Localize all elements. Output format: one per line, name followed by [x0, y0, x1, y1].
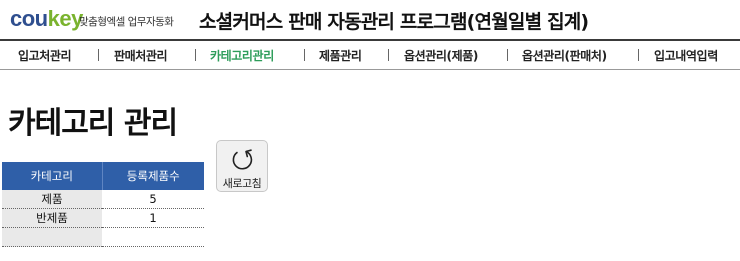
nav-divider	[195, 49, 196, 61]
category-cell[interactable]: 제품	[2, 190, 102, 209]
table-row	[2, 227, 204, 247]
brand-tagline: 맞춤형엑셀 업무자동화	[79, 16, 174, 28]
refresh-button[interactable]: 새로고침	[216, 140, 268, 192]
brand-logo: coukey	[10, 6, 83, 32]
nav-bottom-border	[0, 69, 740, 70]
category-table: 카테고리 등록제품수 제품 5 반제품 1	[2, 162, 204, 247]
nav-item-category[interactable]: 카테고리관리	[210, 47, 274, 64]
header-divider	[0, 39, 740, 41]
main-nav: 입고처관리 판매처관리 카테고리관리 제품관리 옵션관리(제품) 옵션관리(판매…	[0, 43, 740, 69]
product-count-cell: 5	[102, 190, 204, 209]
logo-text-key: key	[47, 6, 84, 31]
refresh-button-label: 새로고침	[222, 177, 262, 190]
nav-divider	[388, 49, 389, 61]
table-row: 제품 5	[2, 190, 204, 209]
column-header-product-count: 등록제품수	[102, 162, 204, 190]
product-count-cell	[102, 227, 204, 247]
nav-item-supplier[interactable]: 입고처관리	[18, 47, 72, 64]
category-cell[interactable]	[2, 227, 102, 247]
refresh-icon	[232, 149, 253, 170]
table-row: 반제품 1	[2, 208, 204, 228]
nav-divider	[507, 49, 508, 61]
nav-item-stock-entry[interactable]: 입고내역입력	[654, 47, 718, 64]
nav-divider	[304, 49, 305, 61]
nav-item-product[interactable]: 제품관리	[319, 47, 362, 64]
logo-text-cou: cou	[10, 6, 48, 31]
app-header: coukey 맞춤형엑셀 업무자동화 소셜커머스 판매 자동관리 프로그램(연월…	[0, 0, 740, 40]
nav-divider	[638, 49, 639, 61]
nav-item-option-product[interactable]: 옵션관리(제품)	[404, 47, 478, 64]
nav-divider	[98, 49, 99, 61]
product-count-cell: 1	[102, 208, 204, 228]
column-header-category: 카테고리	[2, 162, 103, 190]
nav-item-sales-channel[interactable]: 판매처관리	[114, 47, 168, 64]
nav-item-option-channel[interactable]: 옵션관리(판매처)	[522, 47, 607, 64]
category-cell[interactable]: 반제품	[2, 208, 102, 228]
table-header-row: 카테고리 등록제품수	[2, 162, 204, 190]
app-title: 소셜커머스 판매 자동관리 프로그램(연월일별 집계)	[199, 11, 589, 33]
page-title: 카테고리 관리	[8, 106, 178, 141]
